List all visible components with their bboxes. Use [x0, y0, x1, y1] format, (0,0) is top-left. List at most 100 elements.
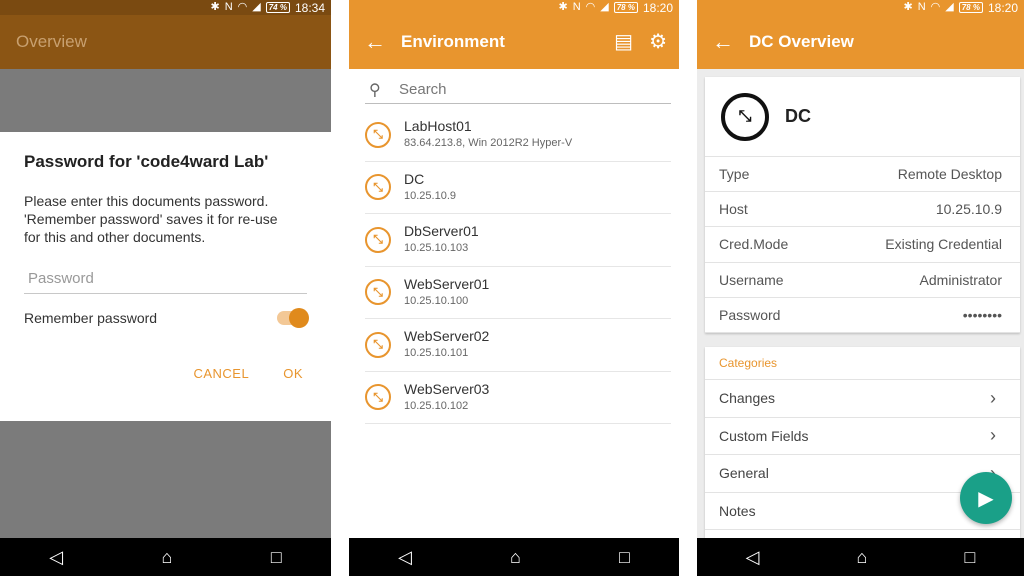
- item-detail: 10.25.10.9: [404, 189, 456, 202]
- search-bar[interactable]: ⚲ Search: [365, 76, 671, 104]
- search-input[interactable]: Search: [399, 81, 447, 98]
- categories-header: Categories: [705, 347, 1020, 380]
- status-bar: ✱ N ◠ ◢ 78 % 18:20: [697, 0, 1024, 15]
- remember-password-row[interactable]: Remember password: [24, 308, 309, 328]
- list-item[interactable]: ⤡ WebServer03 10.25.10.102: [365, 372, 671, 424]
- remote-desktop-icon: ⤡: [721, 92, 769, 141]
- property-key: Host: [719, 201, 748, 218]
- list-item[interactable]: ⤡ DbServer01 10.25.10.103: [365, 214, 671, 267]
- category-label: Notes: [719, 502, 756, 519]
- bluetooth-icon: ✱: [903, 1, 913, 13]
- list-item[interactable]: ⤡ WebServer02 10.25.10.101: [365, 319, 671, 372]
- category-label: General: [719, 465, 769, 482]
- screen-dc-overview: ✱ N ◠ ◢ 78 % 18:20 ← DC Overview ⤡ DC Ty…: [697, 0, 1024, 576]
- item-name: DbServer01: [404, 223, 479, 240]
- list-item[interactable]: ⤡ WebServer01 10.25.10.100: [365, 267, 671, 319]
- bluetooth-icon: ✱: [210, 1, 220, 13]
- property-key: Type: [719, 166, 750, 183]
- cancel-button[interactable]: CANCEL: [193, 366, 249, 381]
- battery-indicator: 78 %: [958, 2, 983, 13]
- clock: 18:20: [642, 0, 673, 15]
- page-title: Overview: [16, 32, 87, 51]
- dialog-scrim[interactable]: [0, 69, 331, 132]
- nav-home-icon[interactable]: ⌂: [510, 548, 521, 566]
- wifi-icon: ◠: [237, 1, 248, 13]
- remote-desktop-icon: ⤡: [365, 384, 391, 411]
- category-row[interactable]: Custom Fields ›: [705, 418, 1020, 455]
- item-detail: 10.25.10.102: [404, 399, 469, 412]
- property-row: Cred.Mode Existing Credential: [705, 227, 1020, 263]
- page-title: Environment: [401, 32, 505, 51]
- dialog-scrim-bottom[interactable]: [0, 421, 331, 538]
- list-icon[interactable]: ▤: [614, 30, 633, 54]
- item-detail: 83.64.213.8, Win 2012R2 Hyper-V: [404, 137, 573, 150]
- dialog-message: Please enter this documents password. 'R…: [24, 193, 278, 245]
- connect-play-button[interactable]: ▶: [960, 472, 1012, 524]
- property-value: Remote Desktop: [897, 166, 1002, 183]
- item-name: DC: [404, 170, 425, 187]
- nav-home-icon[interactable]: ⌂: [857, 548, 868, 566]
- item-detail: 10.25.10.103: [404, 242, 469, 255]
- category-row[interactable]: Changes ›: [705, 380, 1020, 418]
- clock: 18:20: [987, 0, 1018, 15]
- property-value: Existing Credential: [885, 236, 1002, 253]
- screen-environment: ✱ N ◠ ◢ 78 % 18:20 ← Environment ▤ ⚙ ⚲ S…: [349, 0, 679, 576]
- gear-icon[interactable]: ⚙: [649, 30, 667, 54]
- battery-indicator: 78 %: [613, 2, 638, 13]
- signal-icon: ◢: [252, 1, 261, 13]
- remote-desktop-icon: ⤡: [365, 279, 391, 306]
- nav-home-icon[interactable]: ⌂: [162, 548, 173, 566]
- item-name: WebServer02: [404, 328, 490, 345]
- remember-password-label: Remember password: [24, 310, 158, 326]
- property-key: Password: [719, 306, 781, 323]
- system-nav-bar: ◁ ⌂ □: [0, 538, 331, 576]
- property-row: Host 10.25.10.9: [705, 192, 1020, 228]
- dialog-actions: CANCEL OK: [24, 366, 307, 381]
- property-row: Username Administrator: [705, 263, 1020, 298]
- property-value: 10.25.10.9: [935, 201, 1002, 218]
- list-item[interactable]: ⤡ DC 10.25.10.9: [365, 162, 671, 214]
- property-value: Administrator: [919, 271, 1002, 288]
- property-row: Type Remote Desktop: [705, 157, 1020, 193]
- search-icon: ⚲: [369, 81, 381, 99]
- nav-back-icon[interactable]: ◁: [746, 548, 760, 566]
- property-row: Password ••••••••: [705, 298, 1020, 333]
- wifi-icon: ◠: [930, 1, 941, 13]
- nav-back-icon[interactable]: ◁: [49, 548, 63, 566]
- app-bar: Overview: [0, 15, 331, 69]
- property-key: Cred.Mode: [719, 236, 789, 253]
- back-arrow-icon[interactable]: ←: [349, 15, 401, 69]
- item-name: WebServer01: [404, 275, 490, 292]
- nav-back-icon[interactable]: ◁: [398, 548, 412, 566]
- chevron-right-icon: ›: [990, 387, 996, 408]
- screen-password-dialog: ✱ N ◠ ◢ 74 % 18:34 Overview Password for…: [0, 0, 331, 576]
- nav-recents-icon[interactable]: □: [619, 548, 630, 566]
- password-dialog: Password for 'code4ward Lab' Please ente…: [0, 132, 331, 421]
- status-bar: ✱ N ◠ ◢ 74 % 18:34: [0, 0, 331, 15]
- wifi-icon: ◠: [585, 1, 596, 13]
- nfc-icon: N: [224, 1, 233, 13]
- item-name: LabHost01: [404, 118, 472, 135]
- item-detail: 10.25.10.100: [404, 294, 469, 307]
- nfc-icon: N: [917, 1, 926, 13]
- signal-icon: ◢: [600, 1, 609, 13]
- bluetooth-icon: ✱: [558, 1, 568, 13]
- password-field[interactable]: Password: [24, 266, 307, 294]
- nav-recents-icon[interactable]: □: [271, 548, 282, 566]
- back-arrow-icon[interactable]: ←: [697, 15, 749, 69]
- ok-button[interactable]: OK: [283, 366, 303, 381]
- property-key: Username: [719, 271, 784, 288]
- category-label: Custom Fields: [719, 427, 809, 444]
- connection-name: DC: [785, 106, 811, 126]
- list-item[interactable]: ⤡ LabHost01 83.64.213.8, Win 2012R2 Hyper…: [365, 109, 671, 162]
- page-title: DC Overview: [749, 32, 854, 51]
- item-detail: 10.25.10.101: [404, 347, 469, 360]
- play-icon: ▶: [978, 487, 994, 510]
- nav-recents-icon[interactable]: □: [965, 548, 976, 566]
- category-label: Changes: [719, 390, 776, 407]
- remember-password-toggle[interactable]: [277, 308, 309, 328]
- property-value: ••••••••: [962, 306, 1002, 323]
- signal-icon: ◢: [945, 1, 954, 13]
- remote-desktop-icon: ⤡: [365, 331, 391, 358]
- system-nav-bar: ◁ ⌂ □: [697, 538, 1024, 576]
